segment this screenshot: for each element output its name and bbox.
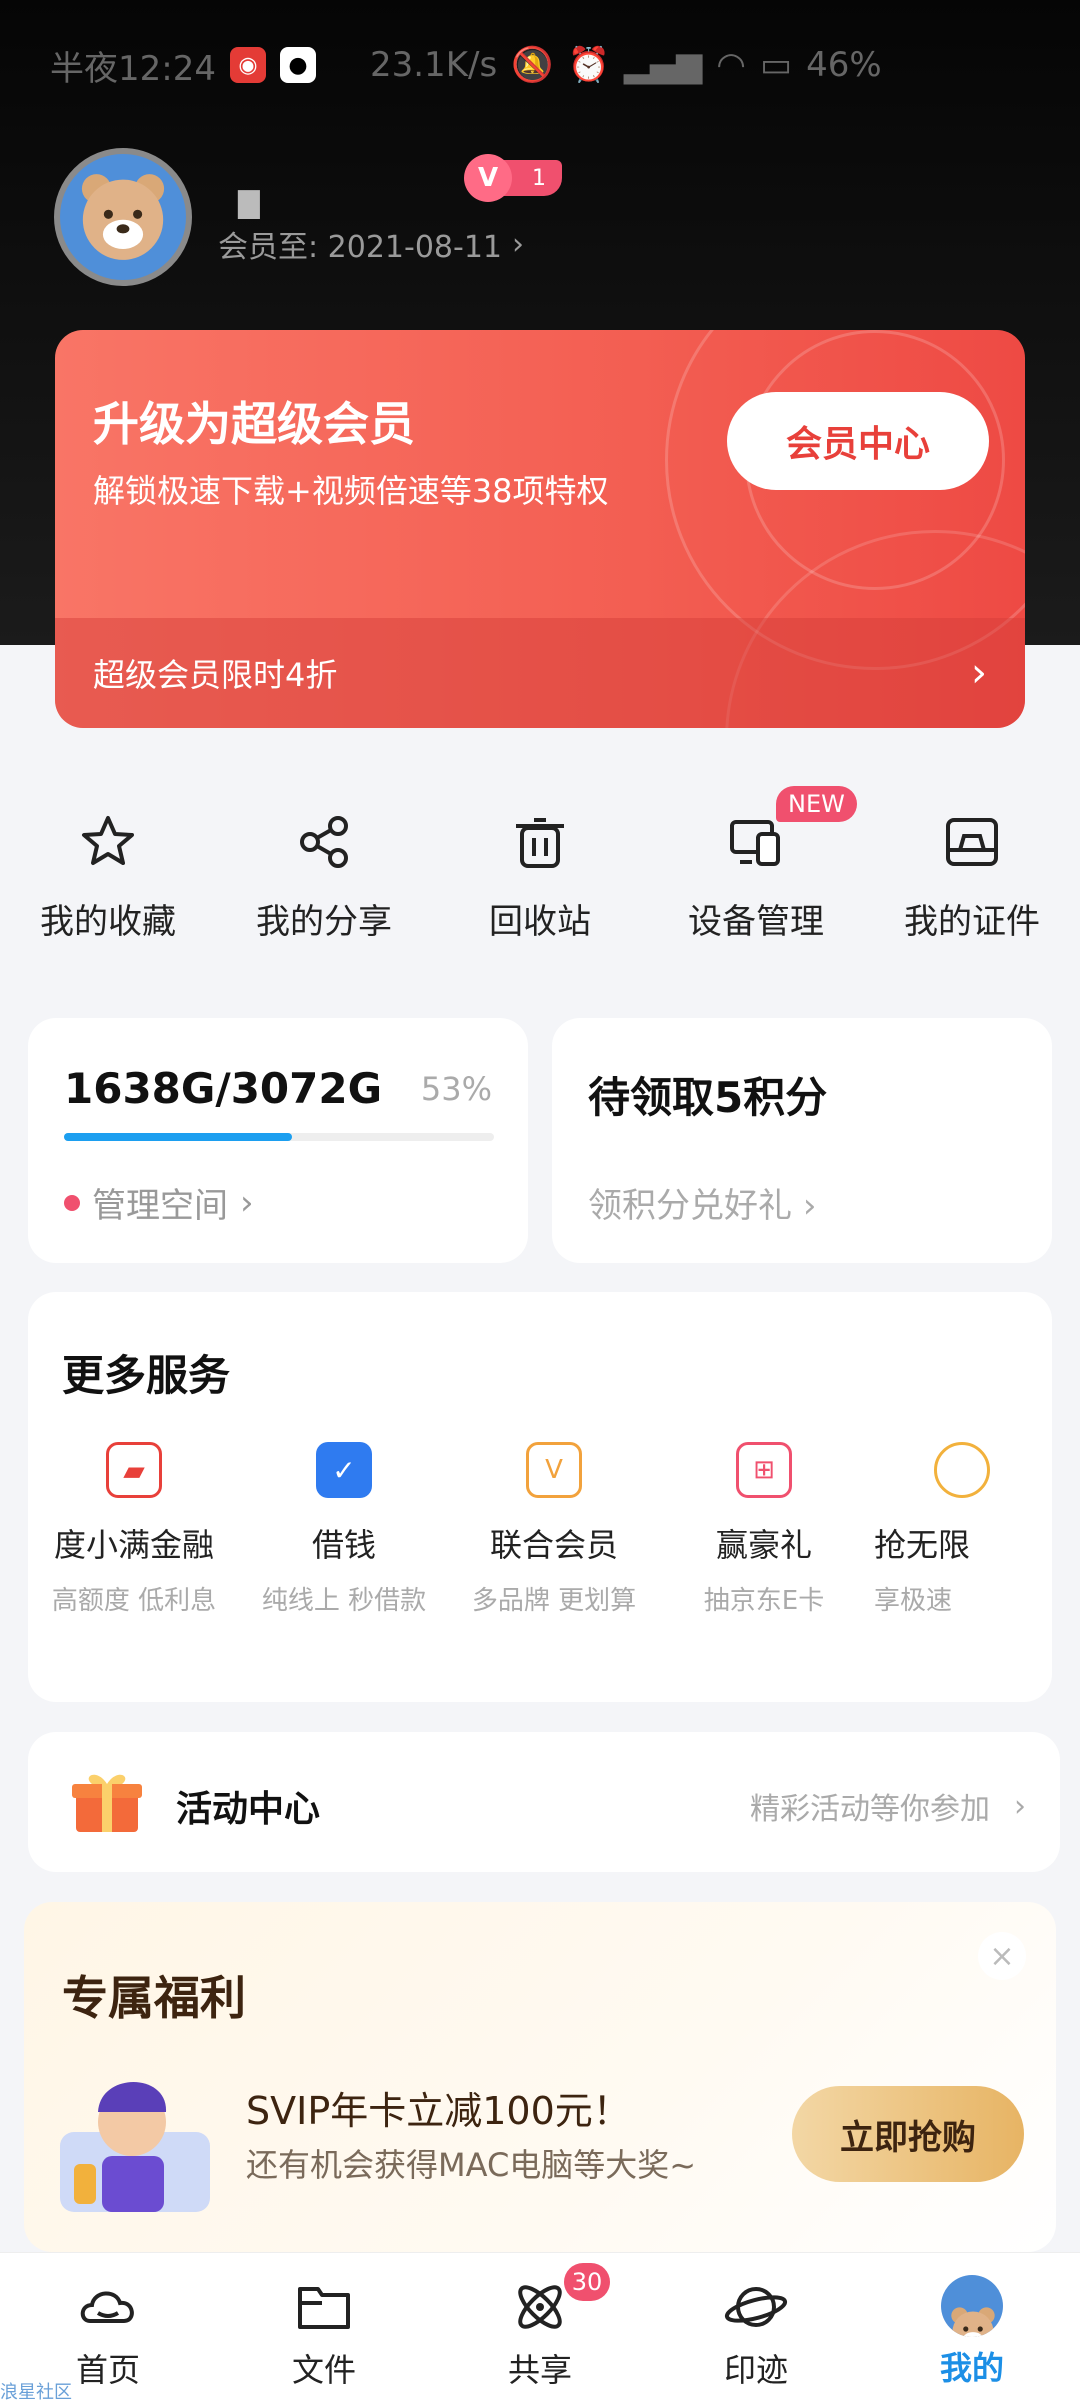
- folder-icon: [298, 2287, 350, 2329]
- storage-used-total: 1638G/3072G: [64, 1064, 383, 1113]
- quick-favorites[interactable]: 我的收藏: [0, 800, 216, 950]
- quick-my-ids[interactable]: 我的证件: [864, 800, 1080, 950]
- member-until[interactable]: 会员至: 2021-08-11 ›: [218, 222, 524, 266]
- signal-icon: ▂▄▆: [623, 45, 703, 85]
- vip-card-icon: V: [526, 1442, 582, 1498]
- coin-icon: [934, 1442, 990, 1498]
- chevron-right-icon: ›: [240, 1182, 254, 1223]
- points-card[interactable]: 待领取5积分 领积分兑好礼 ›: [552, 1018, 1052, 1263]
- welfare-line1: SVIP年卡立减100元！: [246, 2089, 631, 2133]
- tab-files[interactable]: 文件: [216, 2253, 432, 2400]
- activity-subtitle: 精彩活动等你参加 ›: [750, 1788, 1026, 1828]
- vip-card-title: 升级为超级会员: [93, 397, 415, 451]
- storage-progress-bar: [64, 1133, 494, 1141]
- chevron-right-icon: ›: [802, 1186, 817, 1226]
- activity-center-row[interactable]: 活动中心 精彩活动等你参加 ›: [28, 1732, 1060, 1872]
- storage-card[interactable]: 1638G/3072G 53% 管理空间 ›: [28, 1018, 528, 1263]
- welfare-title: 专属福利: [62, 1971, 246, 2025]
- service-unlimited[interactable]: 抢无限 享极速: [874, 1442, 1052, 1617]
- buy-now-button[interactable]: 立即抢购: [792, 2086, 1024, 2182]
- status-bar: 半夜12:24 ◉ ● 23.1K/s 🔕 ⏰ ▂▄▆ ◠ ▭ 46%: [50, 40, 882, 90]
- quick-recycle-bin[interactable]: 回收站: [432, 800, 648, 950]
- close-icon[interactable]: ×: [978, 1932, 1026, 1980]
- avatar[interactable]: [54, 148, 192, 286]
- service-loan[interactable]: ✓ 借钱 纯线上 秒借款: [234, 1442, 454, 1617]
- wallet-icon: ▰: [106, 1442, 162, 1498]
- vip-card-subtitle: 解锁极速下载+视频倍速等38项特权: [93, 472, 609, 510]
- quick-device-management[interactable]: NEW 设备管理: [648, 786, 864, 950]
- bottom-tab-bar: 首页 文件 30 共享 印迹 我的: [0, 2252, 1080, 2400]
- service-joint-membership[interactable]: V 联合会员 多品牌 更划算: [444, 1442, 664, 1617]
- loan-icon: ✓: [316, 1442, 372, 1498]
- points-title: 待领取5积分: [588, 1073, 828, 1122]
- id-card-icon: [946, 818, 998, 866]
- storage-percent: 53%: [420, 1070, 492, 1108]
- share-icon: [300, 816, 348, 868]
- services-title: 更多服务: [62, 1351, 231, 1400]
- mascot-illustration-icon: [60, 2082, 210, 2212]
- battery-icon: ▭: [759, 45, 793, 85]
- alarm-icon: ⏰: [567, 45, 610, 85]
- storage-progress-fill: [64, 1133, 292, 1141]
- chevron-right-icon: ›: [971, 650, 987, 696]
- username-masked: ▇: [238, 186, 260, 219]
- alert-dot-icon: [64, 1194, 80, 1211]
- vip-promo-text: 超级会员限时4折: [93, 656, 338, 694]
- exclusive-welfare-card: 专属福利 × SVIP年卡立减100元！ 还有机会获得MAC电脑等大奖~ 立即抢…: [24, 1902, 1056, 2252]
- avatar-icon: [941, 2275, 1003, 2337]
- welfare-line2: 还有机会获得MAC电脑等大奖~: [246, 2146, 697, 2184]
- quick-actions: 我的收藏 我的分享 回收站 NEW 设备管理 我的证件: [0, 786, 1080, 950]
- netease-app-icon: ◉: [229, 47, 266, 83]
- vip-promo-bar[interactable]: 超级会员限时4折 ›: [55, 618, 1025, 728]
- service-duxiaoman[interactable]: ▰ 度小满金融 高额度 低利息: [28, 1442, 244, 1617]
- mute-icon: 🔕: [511, 45, 554, 85]
- vip-upgrade-card[interactable]: 升级为超级会员 解锁极速下载+视频倍速等38项特权 会员中心 超级会员限时4折 …: [55, 330, 1025, 728]
- qq-app-icon: ●: [279, 47, 316, 83]
- bear-avatar-icon: [81, 174, 165, 260]
- activity-title: 活动中心: [176, 1789, 321, 1830]
- manage-space-link[interactable]: 管理空间 ›: [64, 1178, 254, 1227]
- cloud-icon: [80, 2291, 134, 2323]
- gift-box-icon: [72, 1774, 142, 1832]
- wifi-icon: ◠: [716, 45, 746, 85]
- member-center-button[interactable]: 会员中心: [727, 392, 989, 490]
- atom-icon: [518, 2285, 562, 2329]
- service-win-gift[interactable]: ⊞ 赢豪礼 抽京东E卡: [654, 1442, 874, 1617]
- star-icon: [82, 816, 134, 865]
- trash-icon: [516, 818, 564, 868]
- new-badge: NEW: [776, 786, 857, 822]
- tab-footprint[interactable]: 印迹: [648, 2253, 864, 2400]
- quick-shares[interactable]: 我的分享: [216, 800, 432, 950]
- tab-me[interactable]: 我的: [864, 2253, 1080, 2400]
- vip-v-icon: V: [464, 154, 512, 202]
- chevron-right-icon: ›: [1014, 1788, 1026, 1824]
- status-time: 半夜12:24: [50, 48, 216, 89]
- net-speed: 23.1K/s: [369, 45, 498, 85]
- battery-percent: 46%: [806, 45, 882, 85]
- chevron-right-icon: ›: [512, 226, 524, 262]
- gift-icon: ⊞: [736, 1442, 792, 1498]
- planet-icon: [724, 2287, 788, 2327]
- points-subtitle: 领积分兑好礼 ›: [588, 1186, 817, 1226]
- more-services-card: 更多服务 ▰ 度小满金融 高额度 低利息 ✓ 借钱 纯线上 秒借款 V 联合会员…: [28, 1292, 1052, 1702]
- vip-level-badge[interactable]: V 1: [464, 154, 562, 202]
- footer-watermark: 浪星社区: [0, 2382, 72, 2400]
- tab-share[interactable]: 30 共享: [432, 2253, 648, 2400]
- notification-badge: 30: [564, 2263, 610, 2301]
